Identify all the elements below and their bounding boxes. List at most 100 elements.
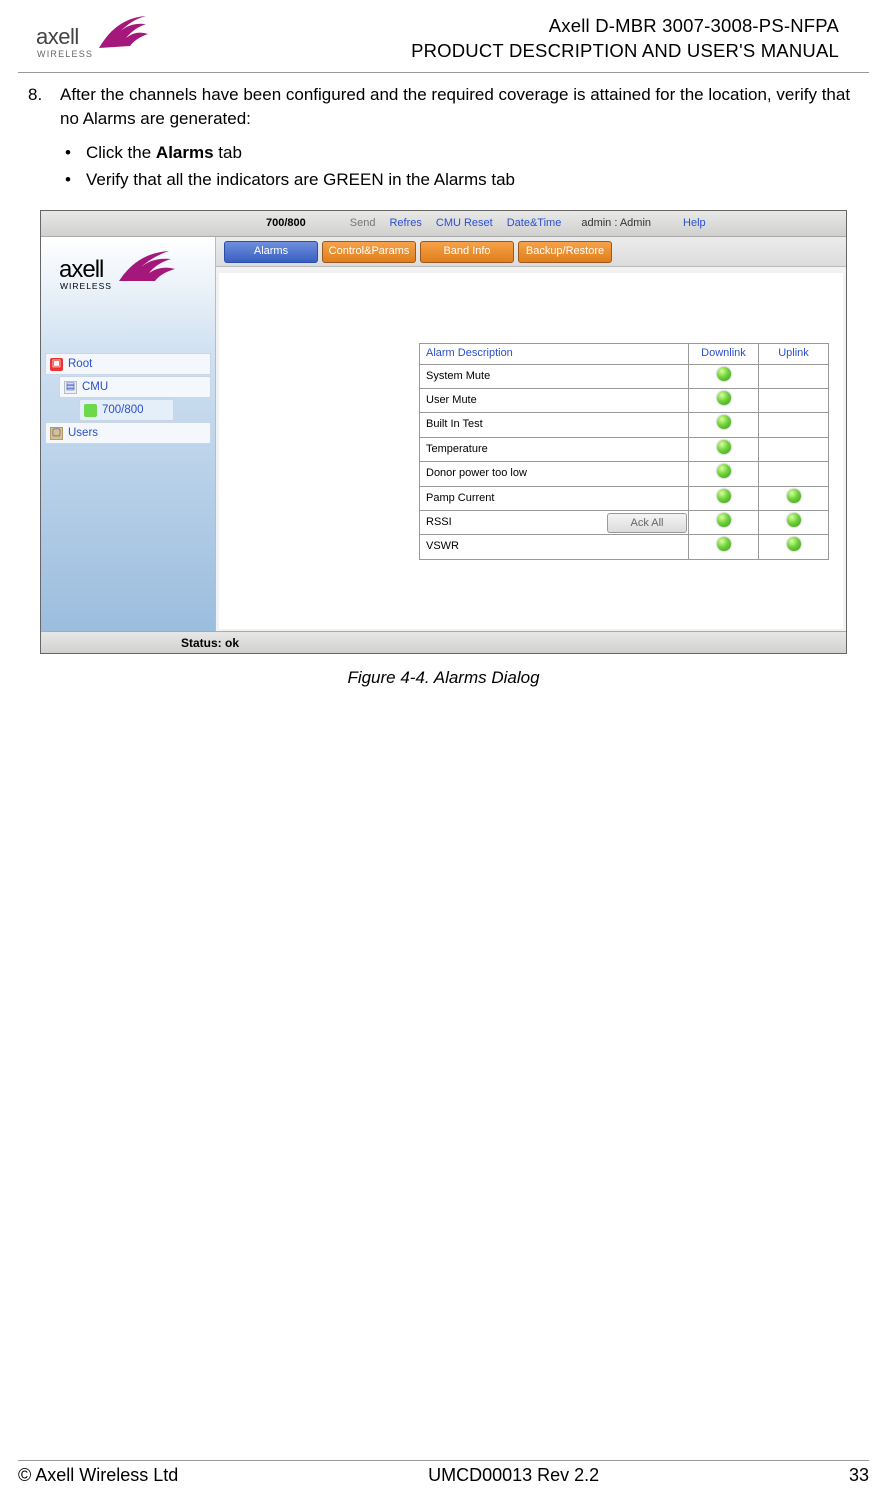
downlink-cell [689, 510, 759, 534]
footer-right: 33 [849, 1465, 869, 1486]
status-label: Status: [181, 636, 225, 650]
status-led-icon [717, 367, 731, 381]
content-area: Alarms Control&Params Band Info Backup/R… [216, 237, 846, 631]
status-led-icon [717, 513, 731, 527]
sidebar: axell WIRELESS ▣ Root ▤ CMU [41, 237, 216, 631]
bullet-1: • Click the Alarms tab [62, 141, 859, 165]
send-link[interactable]: Send [350, 216, 376, 231]
tree-users[interactable]: ▢ Users [45, 422, 211, 444]
step-text: After the channels have been configured … [60, 83, 859, 131]
tree-band[interactable]: 700/800 [79, 399, 174, 421]
uplink-cell [759, 486, 829, 510]
status-value: ok [225, 636, 239, 650]
page-header: axell WIRELESS Axell D-MBR 3007-3008-PS-… [18, 0, 869, 73]
uplink-cell [759, 535, 829, 559]
header-text: Axell D-MBR 3007-3008-PS-NFPA PRODUCT DE… [151, 14, 839, 64]
table-row: Pamp Current [420, 486, 829, 510]
bullet-1-bold: Alarms [156, 143, 214, 162]
tree-cmu[interactable]: ▤ CMU [59, 376, 211, 398]
bullet-list: • Click the Alarms tab • Verify that all… [28, 131, 859, 207]
uplink-cell [759, 437, 829, 461]
tabs-row: Alarms Control&Params Band Info Backup/R… [216, 237, 846, 267]
table-row: System Mute [420, 364, 829, 388]
cmu-reset-link[interactable]: CMU Reset [436, 216, 493, 231]
logo-word-wireless: WIRELESS [37, 49, 93, 59]
help-link[interactable]: Help [683, 216, 706, 231]
alarm-name: Temperature [420, 437, 689, 461]
tree-users-label: Users [68, 425, 98, 441]
status-led-icon [717, 489, 731, 503]
band-label: 700/800 [266, 216, 306, 231]
status-led-icon [717, 391, 731, 405]
users-icon: ▢ [50, 427, 63, 440]
alarm-name: Built In Test [420, 413, 689, 437]
status-led-icon [787, 513, 801, 527]
downlink-cell [689, 388, 759, 412]
tree-root[interactable]: ▣ Root [45, 353, 211, 375]
axell-logo: axell WIRELESS [36, 14, 151, 66]
status-led-icon [717, 537, 731, 551]
alarm-name: VSWR [420, 535, 689, 559]
sidebar-logo: axell WIRELESS [41, 237, 215, 304]
bullet-2: • Verify that all the indicators are GRE… [62, 168, 859, 192]
table-row: VSWR [420, 535, 829, 559]
table-row: Built In Test [420, 413, 829, 437]
alarm-name: Pamp Current [420, 486, 689, 510]
col-alarm-desc: Alarm Description [420, 344, 689, 364]
downlink-cell [689, 413, 759, 437]
admin-label: admin : Admin [581, 216, 651, 231]
band-icon [84, 404, 97, 417]
status-led-icon [787, 489, 801, 503]
header-line2: PRODUCT DESCRIPTION AND USER'S MANUAL [151, 39, 839, 64]
bullet-1-post: tab [214, 143, 242, 162]
sidebar-logo-word-top: axell [59, 256, 103, 283]
logo-word-axell: axell [36, 24, 79, 49]
step-8: 8. After the channels have been configur… [28, 83, 859, 131]
uplink-cell [759, 388, 829, 412]
step-number: 8. [28, 83, 50, 131]
bullet-icon: • [62, 141, 74, 165]
uplink-cell [759, 413, 829, 437]
cmu-icon: ▤ [64, 381, 77, 394]
status-led-icon [787, 537, 801, 551]
tab-control-params[interactable]: Control&Params [322, 241, 416, 263]
datetime-link[interactable]: Date&Time [507, 216, 562, 231]
footer-left: © Axell Wireless Ltd [18, 1465, 178, 1486]
col-downlink: Downlink [689, 344, 759, 364]
uplink-cell [759, 510, 829, 534]
bullet-1-text: Click the Alarms tab [86, 141, 242, 165]
tab-backup-restore[interactable]: Backup/Restore [518, 241, 612, 263]
ui-titlebar: 700/800 Send Refres CMU Reset Date&Time … [41, 211, 846, 237]
bullet-2-text: Verify that all the indicators are GREEN… [86, 168, 515, 192]
alarms-dialog-screenshot: 700/800 Send Refres CMU Reset Date&Time … [40, 210, 847, 654]
tree-band-label: 700/800 [102, 402, 144, 418]
table-row: Temperature [420, 437, 829, 461]
refresh-link[interactable]: Refres [389, 216, 421, 231]
tree-cmu-label: CMU [82, 379, 108, 395]
tab-alarms[interactable]: Alarms [224, 241, 318, 263]
content-panel: Alarm Description Downlink Uplink System… [219, 273, 843, 629]
status-led-icon [717, 464, 731, 478]
downlink-cell [689, 535, 759, 559]
downlink-cell [689, 486, 759, 510]
status-led-icon [717, 415, 731, 429]
sidebar-logo-word-bot: WIRELESS [60, 281, 112, 291]
bullet-icon: • [62, 168, 74, 192]
ack-all-button[interactable]: Ack All [607, 513, 687, 533]
status-bar: Status: ok [41, 631, 846, 653]
table-row: Donor power too low [420, 462, 829, 486]
uplink-cell [759, 462, 829, 486]
footer-center: UMCD00013 Rev 2.2 [428, 1465, 599, 1486]
downlink-cell [689, 437, 759, 461]
tree-root-label: Root [68, 356, 92, 372]
alarm-name: System Mute [420, 364, 689, 388]
nav-tree: ▣ Root ▤ CMU 700/800 ▢ Users [41, 350, 215, 447]
axell-swoosh-icon: axell WIRELESS [59, 251, 199, 297]
downlink-cell [689, 364, 759, 388]
header-line1: Axell D-MBR 3007-3008-PS-NFPA [151, 14, 839, 39]
downlink-cell [689, 462, 759, 486]
root-icon: ▣ [50, 358, 63, 371]
document-body: 8. After the channels have been configur… [0, 73, 887, 690]
tab-band-info[interactable]: Band Info [420, 241, 514, 263]
col-uplink: Uplink [759, 344, 829, 364]
